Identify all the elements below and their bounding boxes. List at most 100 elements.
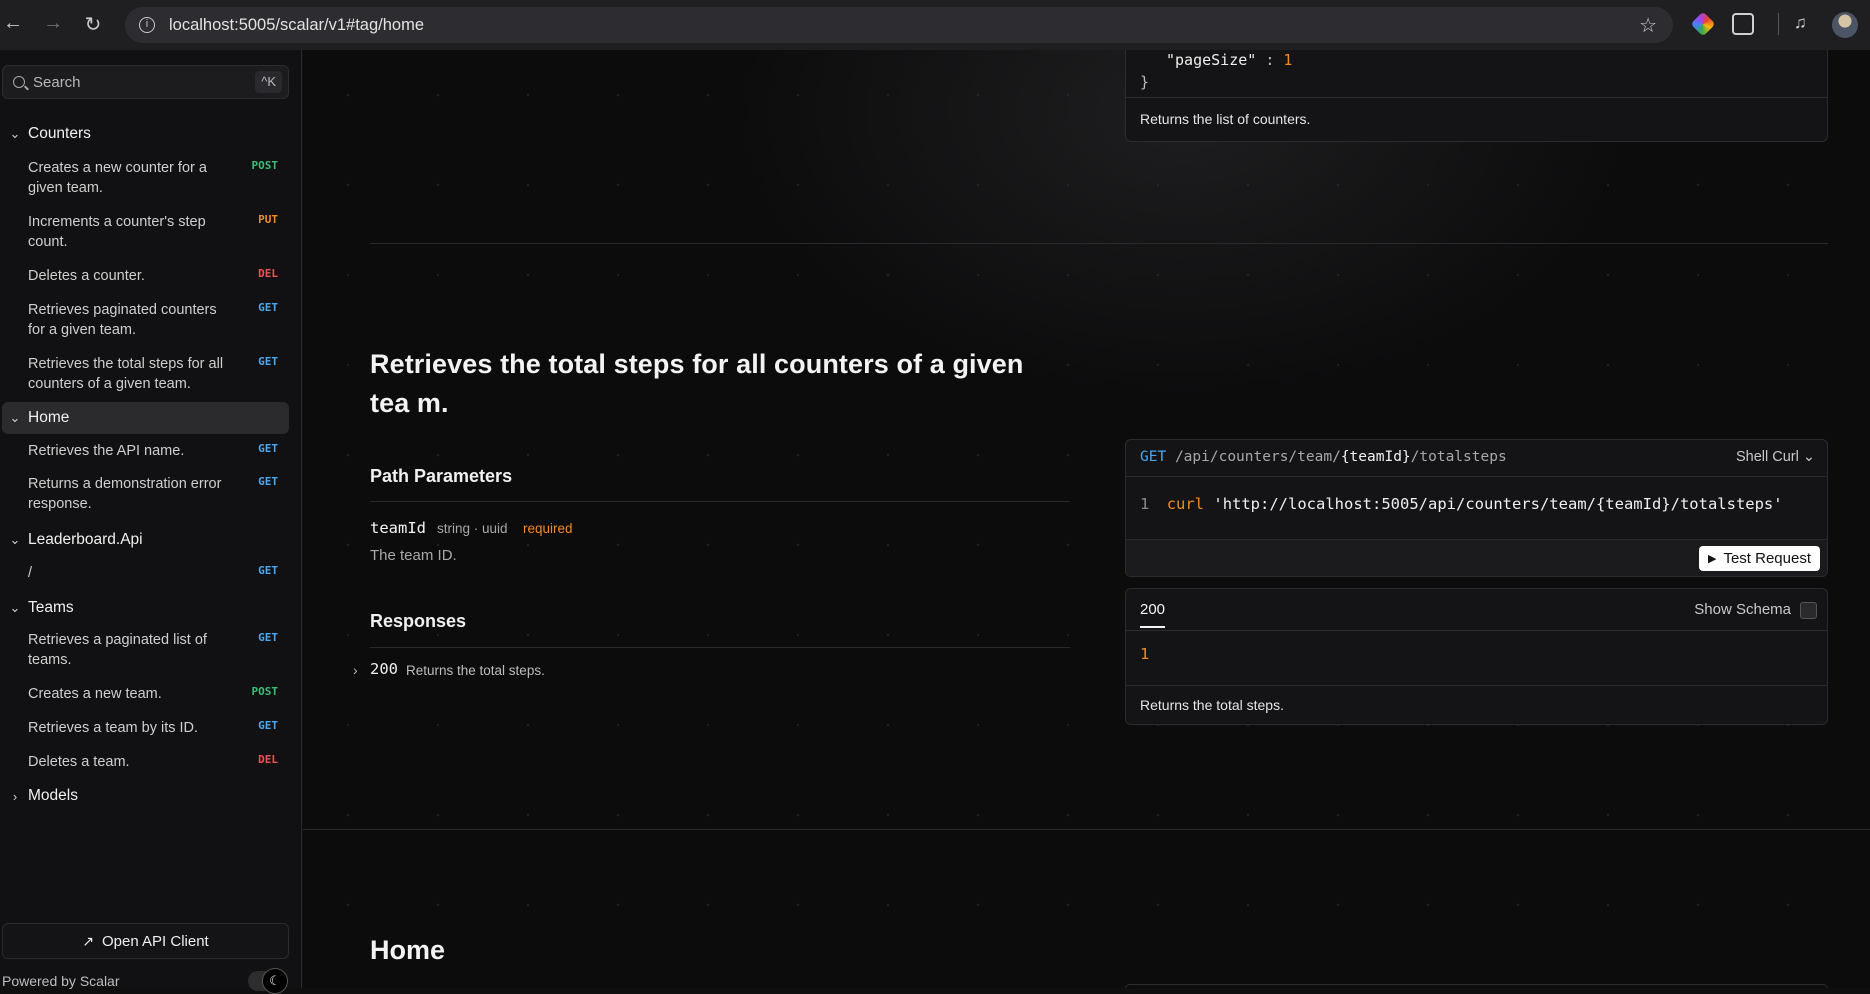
method-badge: DEL: [258, 267, 278, 280]
language-label: Shell Curl: [1735, 449, 1799, 465]
item-label: Deletes a counter.: [28, 268, 145, 284]
address-bar[interactable]: i localhost:5005/scalar/v1#tag/home ☆: [125, 7, 1673, 43]
method-badge: GET: [258, 301, 278, 314]
sidebar-item[interactable]: Retrieves a team by its ID. GET: [28, 718, 290, 738]
json-colon: :: [1265, 51, 1275, 69]
method-badge: POST: [251, 685, 279, 698]
method-badge: GET: [258, 631, 278, 644]
path-parameters-heading: Path Parameters: [370, 466, 513, 486]
sidebar-section-models[interactable]: › Models: [2, 780, 289, 812]
curl-keyword: curl: [1166, 495, 1205, 513]
sidebar-item[interactable]: Returns a demonstration error response. …: [28, 474, 290, 514]
section-label: Teams: [28, 599, 74, 616]
section-divider: [370, 243, 1828, 244]
item-label: Retrieves paginated counters for a given…: [28, 302, 217, 338]
bookmark-star-icon[interactable]: ☆: [1639, 13, 1657, 38]
responses-heading: Responses: [370, 611, 467, 631]
moon-icon: ☾: [262, 968, 288, 994]
chevron-down-icon: ⌄: [9, 600, 21, 615]
code-line: "pageSize" : 1: [1166, 51, 1292, 69]
external-arrow-icon: ↗: [82, 932, 94, 949]
home-section-title: Home: [370, 935, 446, 965]
item-label: Deletes a team.: [28, 754, 130, 770]
sidebar-section-home[interactable]: ⌄ Home: [2, 402, 289, 434]
sidebar-item[interactable]: Retrieves the API name. GET: [28, 441, 290, 461]
response-example-description: Returns the total steps.: [1126, 685, 1827, 724]
open-api-client-button[interactable]: ↗ Open API Client: [2, 923, 289, 959]
open-api-client-label: Open API Client: [102, 932, 209, 950]
json-key: "pageSize": [1166, 51, 1257, 69]
example-description: Returns the list of counters.: [1126, 97, 1827, 140]
method-badge: GET: [258, 355, 278, 368]
sidebar: Search ^K ⌄ Counters Creates a new count…: [0, 50, 302, 994]
divider: [370, 647, 1070, 648]
show-schema-label[interactable]: Show Schema: [1694, 601, 1791, 618]
theme-toggle[interactable]: ☾: [248, 968, 288, 994]
color-extension-icon[interactable]: [1690, 11, 1716, 37]
chevron-right-icon[interactable]: ›: [353, 662, 358, 678]
chevron-down-icon: ⌄: [9, 410, 21, 425]
path-prefix: /api/counters/team/: [1174, 449, 1341, 465]
site-info-icon[interactable]: i: [139, 17, 155, 33]
sidebar-item[interactable]: Deletes a counter. DEL: [28, 266, 290, 286]
item-label: Increments a counter's step count.: [28, 214, 206, 250]
sidebar-item[interactable]: Increments a counter's step count. PUT: [28, 212, 290, 252]
section-label: Home: [28, 409, 70, 426]
extensions-puzzle-icon[interactable]: [1732, 13, 1754, 35]
divider: [370, 501, 1070, 502]
search-input[interactable]: Search ^K: [2, 65, 289, 99]
item-label: Creates a new counter for a given team.: [28, 160, 207, 196]
show-schema-checkbox[interactable]: [1800, 602, 1817, 619]
sidebar-section-counters[interactable]: ⌄ Counters: [2, 118, 289, 150]
param-type: string · uuid: [437, 521, 508, 536]
test-request-button[interactable]: ▶ Test Request: [1698, 546, 1820, 571]
sidebar-item[interactable]: Retrieves the total steps for all counte…: [28, 354, 290, 394]
section-label: Models: [28, 787, 78, 804]
back-arrow-icon[interactable]: ←: [0, 12, 26, 35]
chevron-down-icon: ⌄: [9, 126, 21, 141]
item-label: Returns a demonstration error response.: [28, 476, 222, 512]
sidebar-item[interactable]: Deletes a team. DEL: [28, 752, 290, 772]
language-select[interactable]: Shell Curl ⌄: [1736, 449, 1815, 465]
previous-response-example: "pageSize" : 1 } Returns the list of cou…: [1125, 50, 1828, 142]
method-badge: GET: [258, 475, 278, 488]
main-content: "pageSize" : 1 } Returns the list of cou…: [303, 50, 1870, 988]
path-param: {teamId}: [1340, 449, 1411, 465]
item-label: Retrieves a team by its ID.: [28, 720, 199, 736]
sidebar-item[interactable]: Creates a new team. POST: [28, 684, 290, 704]
tab-200[interactable]: 200: [1140, 601, 1166, 628]
sidebar-section-teams[interactable]: ⌄ Teams: [2, 592, 289, 624]
sidebar-item[interactable]: Retrieves a paginated list of teams. GET: [28, 630, 290, 670]
method-badge: DEL: [258, 753, 278, 766]
reload-icon[interactable]: ↻: [80, 12, 106, 37]
sidebar-item[interactable]: Retrieves paginated counters for a given…: [28, 300, 290, 340]
json-value: 1: [1283, 51, 1293, 69]
response-code[interactable]: 200: [370, 660, 398, 678]
response-tabs: 200 Show Schema: [1126, 589, 1827, 631]
section-divider: [303, 829, 1870, 830]
method-badge: GET: [258, 564, 278, 577]
sidebar-section-leaderboard[interactable]: ⌄ Leaderboard.Api: [2, 524, 289, 556]
chevron-down-icon: ⌄: [9, 532, 21, 547]
method-badge: PUT: [258, 213, 278, 226]
sidebar-item[interactable]: / GET: [28, 563, 290, 583]
next-code-box: [1125, 984, 1828, 988]
media-control-icon[interactable]: ♫: [1794, 13, 1816, 35]
url-text[interactable]: localhost:5005/scalar/v1#tag/home: [169, 16, 424, 35]
profile-avatar[interactable]: [1832, 12, 1858, 38]
sidebar-item[interactable]: Creates a new counter for a given team. …: [28, 158, 290, 198]
request-path: GET /api/counters/team/{teamId}/totalste…: [1126, 440, 1827, 477]
section-label: Leaderboard.Api: [28, 531, 143, 548]
chevron-down-icon: ⌄: [1802, 449, 1815, 465]
line-number: 1: [1140, 495, 1150, 513]
response-value: 1: [1140, 645, 1150, 663]
response-description[interactable]: Returns the total steps.: [406, 663, 545, 678]
powered-by-text[interactable]: Powered by Scalar: [2, 973, 120, 989]
search-placeholder: Search: [33, 73, 81, 91]
response-example: 200 Show Schema 1 Returns the total step…: [1125, 588, 1828, 725]
browser-toolbar: ← → ↻ i localhost:5005/scalar/v1#tag/hom…: [0, 0, 1870, 50]
method-badge: POST: [251, 159, 279, 172]
param-required: required: [523, 521, 573, 536]
endpoint-title: Retrieves the total steps for all counte…: [370, 349, 1024, 418]
forward-arrow-icon[interactable]: →: [40, 12, 66, 35]
